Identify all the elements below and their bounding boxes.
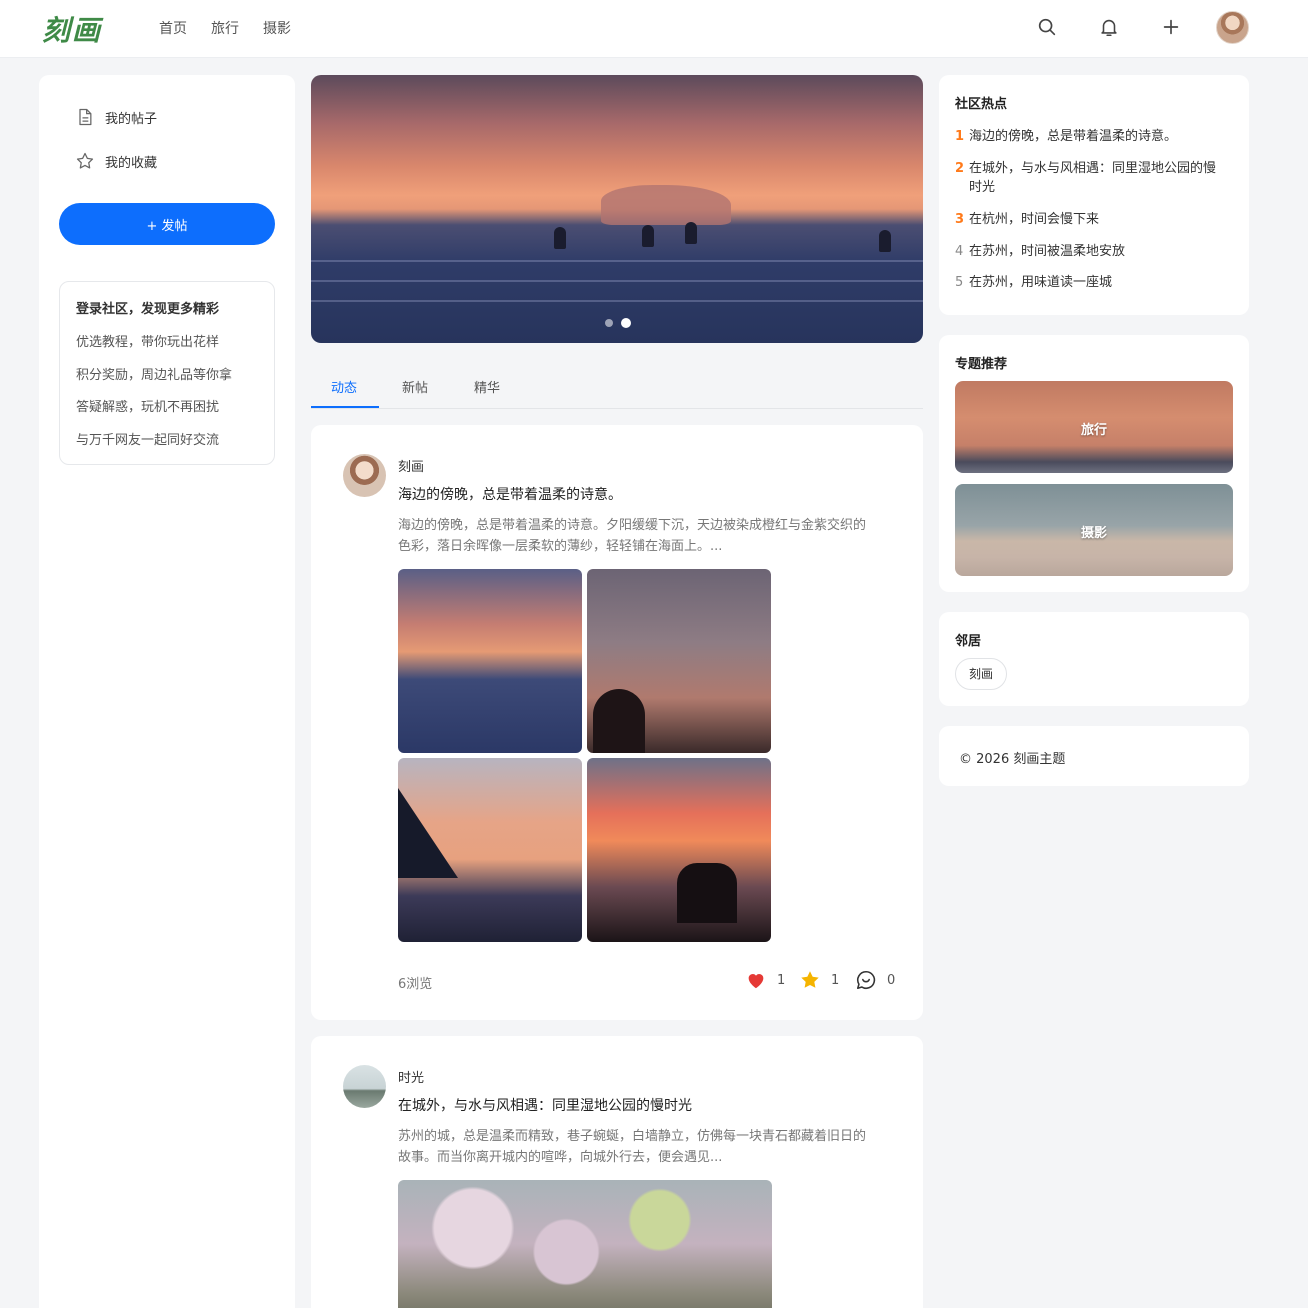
- post-image[interactable]: [587, 569, 771, 753]
- silhouette: [554, 227, 566, 249]
- hot-rank: 3: [955, 212, 965, 227]
- author-avatar[interactable]: [343, 454, 386, 497]
- comment-button[interactable]: 0: [855, 969, 895, 991]
- post-image[interactable]: [398, 758, 582, 942]
- author-avatar[interactable]: [343, 1065, 386, 1108]
- post-image[interactable]: [587, 758, 771, 942]
- post-image-grid: [398, 569, 772, 943]
- post-card: 刻画 海边的傍晚，总是带着温柔的诗意。 海边的傍晚，总是带着温柔的诗意。夕阳缓缓…: [311, 425, 923, 1020]
- nav-travel[interactable]: 旅行: [211, 18, 239, 38]
- post-footer: 6浏览 1 1 0: [398, 969, 895, 993]
- favorite-button[interactable]: 1: [799, 969, 839, 991]
- sidebar-item-my-posts[interactable]: 我的帖子: [75, 107, 157, 127]
- featured-topics-panel: 专题推荐 旅行 摄影: [939, 335, 1249, 592]
- hot-item[interactable]: 1 海边的傍晚，总是带着温柔的诗意。: [955, 127, 1225, 146]
- hot-text: 海边的傍晚，总是带着温柔的诗意。: [969, 129, 1178, 144]
- bell-icon[interactable]: [1098, 16, 1120, 38]
- panel-title: 社区热点: [955, 97, 1008, 112]
- nav-home[interactable]: 首页: [159, 18, 187, 38]
- hot-rank: 5: [955, 275, 964, 290]
- post-image[interactable]: [398, 1180, 772, 1308]
- hot-item[interactable]: 3 在杭州，时间会慢下来: [955, 210, 1225, 229]
- topic-label: 摄影: [1080, 526, 1107, 541]
- hot-text: 在苏州，时间被温柔地安放: [969, 244, 1126, 259]
- tab-activity[interactable]: 动态: [331, 377, 357, 396]
- post-excerpt: 海边的傍晚，总是带着温柔的诗意。夕阳缓缓下沉，天边被染成橙红与金紫交织的色彩，落…: [398, 518, 867, 554]
- login-promo-line: 与万千网友一起同好交流: [76, 432, 220, 448]
- neighbors-panel: 邻居 刻画: [939, 612, 1249, 706]
- silhouette: [879, 230, 891, 252]
- new-post-button[interactable]: + 发帖: [59, 203, 275, 245]
- hot-rank: 1: [955, 129, 965, 144]
- copyright-text: © 2026 刻画主题: [959, 752, 1066, 767]
- login-promo-title: 登录社区，发现更多精彩: [76, 302, 220, 317]
- panel-title: 专题推荐: [955, 357, 1008, 372]
- hot-text: 在杭州，时间会慢下来: [969, 212, 1100, 227]
- sidebar-item-my-favorites[interactable]: 我的收藏: [75, 151, 157, 171]
- search-icon[interactable]: [1036, 16, 1058, 38]
- hot-item[interactable]: 5 在苏州，用味道读一座城: [955, 273, 1225, 292]
- carousel-dots: [605, 318, 631, 328]
- heart-icon: [748, 974, 764, 989]
- login-promo-line: 优选教程，带你玩出花样: [76, 335, 220, 350]
- post-card: 时光 在城外，与水与风相遇：同里湿地公园的慢时光 苏州的城，总是温柔而精致，巷子…: [311, 1036, 923, 1308]
- hot-rank: 2: [955, 161, 965, 176]
- topic-card-photography[interactable]: 摄影: [955, 484, 1233, 576]
- view-count: 6浏览: [398, 977, 433, 992]
- hero-banner-carousel[interactable]: [311, 75, 923, 343]
- hot-topics-panel: 社区热点 1 海边的傍晚，总是带着温柔的诗意。 2 在城外，与水与风相遇：同里湿…: [939, 75, 1249, 315]
- comment-count: 0: [887, 972, 896, 988]
- login-promo-box[interactable]: 登录社区，发现更多精彩 优选教程，带你玩出花样 积分奖励，周边礼品等你拿 答疑解…: [59, 281, 275, 465]
- neighbor-chip[interactable]: 刻画: [955, 658, 1008, 690]
- topic-card-travel[interactable]: 旅行: [955, 381, 1233, 473]
- user-avatar[interactable]: [1216, 11, 1249, 44]
- document-icon: [79, 108, 92, 126]
- post-author[interactable]: 刻画: [398, 456, 424, 475]
- post-title[interactable]: 海边的傍晚，总是带着温柔的诗意。: [398, 484, 622, 504]
- hot-text: 在城外，与水与风相遇：同里湿地公园的慢时光: [969, 161, 1217, 195]
- left-sidebar: 我的帖子 我的收藏 + 发帖 登录社区，发现更多精彩 优选教程，带你玩出花样 积…: [39, 75, 295, 1308]
- post-excerpt: 苏州的城，总是温柔而精致，巷子蜿蜒，白墙静立，仿佛每一块青石都藏着旧日的故事。而…: [398, 1129, 867, 1165]
- comment-icon: [856, 970, 876, 990]
- banner-cloud: [601, 185, 731, 225]
- login-promo-line: 答疑解惑，玩机不再困扰: [76, 400, 220, 415]
- nav-photography[interactable]: 摄影: [263, 18, 291, 38]
- hot-item[interactable]: 4 在苏州，时间被温柔地安放: [955, 242, 1225, 261]
- star-icon: [76, 152, 94, 169]
- login-promo-line: 积分奖励，周边礼品等你拿: [76, 367, 233, 383]
- like-count: 1: [777, 972, 786, 988]
- main-nav: 首页 旅行 摄影: [159, 18, 291, 38]
- carousel-dot-active[interactable]: [621, 318, 631, 328]
- panel-title: 邻居: [955, 634, 982, 649]
- topic-label: 旅行: [1080, 423, 1107, 438]
- star-icon: [801, 971, 819, 988]
- post-title[interactable]: 在城外，与水与风相遇：同里湿地公园的慢时光: [398, 1095, 692, 1115]
- feed-tabs: 动态 新帖 精华: [311, 364, 923, 409]
- carousel-dot[interactable]: [605, 319, 613, 327]
- silhouette: [642, 225, 654, 247]
- favorite-count: 1: [831, 972, 840, 988]
- tab-featured[interactable]: 精华: [474, 377, 500, 396]
- post-image[interactable]: [398, 569, 582, 753]
- sidebar-item-label: 我的收藏: [105, 155, 158, 171]
- active-tab-indicator: [311, 406, 379, 408]
- hot-text: 在苏州，用味道读一座城: [969, 275, 1113, 290]
- footer-panel: © 2026 刻画主题: [939, 726, 1249, 786]
- like-button[interactable]: 1: [745, 969, 785, 991]
- top-header: 刻画 首页 旅行 摄影: [0, 0, 1308, 58]
- sidebar-item-label: 我的帖子: [105, 111, 158, 127]
- tab-new-posts[interactable]: 新帖: [402, 377, 428, 396]
- hot-item[interactable]: 2 在城外，与水与风相遇：同里湿地公园的慢时光: [955, 159, 1225, 197]
- silhouette: [685, 222, 697, 244]
- post-author[interactable]: 时光: [398, 1067, 424, 1086]
- plus-icon[interactable]: [1160, 16, 1182, 38]
- site-logo[interactable]: 刻画: [42, 9, 102, 49]
- hot-rank: 4: [955, 244, 964, 259]
